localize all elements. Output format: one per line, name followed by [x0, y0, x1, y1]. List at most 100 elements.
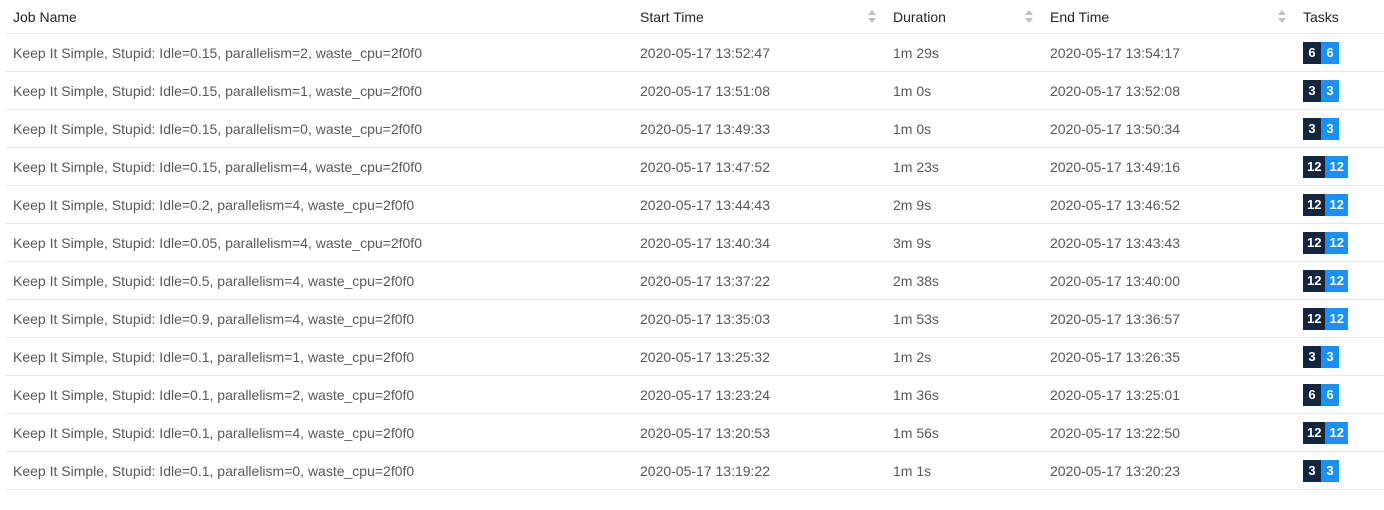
table-row[interactable]: Keep It Simple, Stupid: Idle=0.15, paral…	[5, 147, 1384, 186]
duration: 1m 36s	[893, 386, 939, 403]
job-name-cell[interactable]: Keep It Simple, Stupid: Idle=0.1, parall…	[5, 451, 632, 490]
end-time-cell: 2020-05-17 13:22:50	[1042, 413, 1295, 452]
tasks-finished-badge: 12	[1325, 307, 1348, 330]
tasks-total-badge: 3	[1303, 79, 1321, 102]
column-header-job-name: Job Name	[5, 0, 632, 34]
column-header-start-time[interactable]: Start Time	[632, 0, 885, 34]
start-time: 2020-05-17 13:35:03	[640, 310, 770, 327]
start-time-cell: 2020-05-17 13:51:08	[632, 71, 885, 110]
tasks-cell: 33	[1295, 337, 1384, 376]
header-row: Job Name Start Time Duration End Time Ta…	[5, 0, 1384, 34]
sort-descending-icon[interactable]	[1278, 18, 1286, 23]
column-header-duration-label: Duration	[893, 8, 946, 25]
table-row[interactable]: Keep It Simple, Stupid: Idle=0.2, parall…	[5, 185, 1384, 224]
sort-ascending-icon[interactable]	[1278, 10, 1286, 15]
table-row[interactable]: Keep It Simple, Stupid: Idle=0.9, parall…	[5, 299, 1384, 338]
job-name-cell[interactable]: Keep It Simple, Stupid: Idle=0.5, parall…	[5, 261, 632, 300]
tasks-finished-badge: 12	[1325, 421, 1348, 444]
jobs-table: Job Name Start Time Duration End Time Ta…	[5, 0, 1384, 490]
duration-cell: 1m 29s	[885, 33, 1042, 72]
job-name-cell[interactable]: Keep It Simple, Stupid: Idle=0.2, parall…	[5, 185, 632, 224]
end-time: 2020-05-17 13:20:23	[1050, 462, 1180, 479]
job-name[interactable]: Keep It Simple, Stupid: Idle=0.05, paral…	[13, 235, 422, 251]
job-name-cell[interactable]: Keep It Simple, Stupid: Idle=0.15, paral…	[5, 109, 632, 148]
job-name-cell[interactable]: Keep It Simple, Stupid: Idle=0.15, paral…	[5, 147, 632, 186]
duration: 1m 1s	[893, 462, 932, 479]
end-time-cell: 2020-05-17 13:36:57	[1042, 299, 1295, 338]
table-row[interactable]: Keep It Simple, Stupid: Idle=0.15, paral…	[5, 109, 1384, 148]
job-name[interactable]: Keep It Simple, Stupid: Idle=0.15, paral…	[13, 45, 422, 61]
start-time-cell: 2020-05-17 13:44:43	[632, 185, 885, 224]
tasks-finished-badge: 6	[1321, 383, 1339, 406]
sort-descending-icon[interactable]	[1025, 18, 1033, 23]
job-name-cell[interactable]: Keep It Simple, Stupid: Idle=0.1, parall…	[5, 413, 632, 452]
job-name[interactable]: Keep It Simple, Stupid: Idle=0.1, parall…	[13, 387, 414, 403]
table-row[interactable]: Keep It Simple, Stupid: Idle=0.15, paral…	[5, 33, 1384, 72]
job-name[interactable]: Keep It Simple, Stupid: Idle=0.1, parall…	[13, 425, 414, 441]
column-header-end-time[interactable]: End Time	[1042, 0, 1295, 34]
column-header-duration[interactable]: Duration	[885, 0, 1042, 34]
tasks-total-badge: 3	[1303, 459, 1321, 482]
job-name[interactable]: Keep It Simple, Stupid: Idle=0.1, parall…	[13, 349, 414, 365]
job-name[interactable]: Keep It Simple, Stupid: Idle=0.2, parall…	[13, 197, 414, 213]
start-time: 2020-05-17 13:19:22	[640, 462, 770, 479]
duration-cell: 1m 0s	[885, 109, 1042, 148]
tasks-finished-badge: 6	[1321, 41, 1339, 64]
start-time: 2020-05-17 13:51:08	[640, 82, 770, 99]
sort-descending-icon[interactable]	[868, 18, 876, 23]
table-row[interactable]: Keep It Simple, Stupid: Idle=0.1, parall…	[5, 337, 1384, 376]
duration-cell: 1m 23s	[885, 147, 1042, 186]
end-time: 2020-05-17 13:25:01	[1050, 386, 1180, 403]
duration: 1m 23s	[893, 158, 939, 175]
tasks-cell: 33	[1295, 71, 1384, 110]
job-name-cell[interactable]: Keep It Simple, Stupid: Idle=0.05, paral…	[5, 223, 632, 262]
job-name-cell[interactable]: Keep It Simple, Stupid: Idle=0.1, parall…	[5, 375, 632, 414]
job-name[interactable]: Keep It Simple, Stupid: Idle=0.15, paral…	[13, 121, 422, 137]
job-name-cell[interactable]: Keep It Simple, Stupid: Idle=0.1, parall…	[5, 337, 632, 376]
end-time-cell: 2020-05-17 13:46:52	[1042, 185, 1295, 224]
job-name[interactable]: Keep It Simple, Stupid: Idle=0.5, parall…	[13, 273, 414, 289]
tasks-total-badge: 12	[1303, 193, 1326, 216]
end-time: 2020-05-17 13:40:00	[1050, 272, 1180, 289]
table-row[interactable]: Keep It Simple, Stupid: Idle=0.5, parall…	[5, 261, 1384, 300]
tasks-finished-badge: 12	[1325, 269, 1348, 292]
sort-icon[interactable]	[1024, 9, 1034, 25]
tasks-total-badge: 12	[1303, 421, 1326, 444]
job-name[interactable]: Keep It Simple, Stupid: Idle=0.15, paral…	[13, 83, 422, 99]
tasks-total-badge: 6	[1303, 41, 1321, 64]
duration-cell: 1m 1s	[885, 451, 1042, 490]
start-time: 2020-05-17 13:37:22	[640, 272, 770, 289]
tasks-finished-badge: 3	[1321, 345, 1339, 368]
duration-cell: 2m 38s	[885, 261, 1042, 300]
job-name-cell[interactable]: Keep It Simple, Stupid: Idle=0.15, paral…	[5, 71, 632, 110]
table-row[interactable]: Keep It Simple, Stupid: Idle=0.1, parall…	[5, 451, 1384, 490]
tasks-finished-badge: 3	[1321, 79, 1339, 102]
end-time-cell: 2020-05-17 13:50:34	[1042, 109, 1295, 148]
table-row[interactable]: Keep It Simple, Stupid: Idle=0.05, paral…	[5, 223, 1384, 262]
table-row[interactable]: Keep It Simple, Stupid: Idle=0.1, parall…	[5, 375, 1384, 414]
job-name[interactable]: Keep It Simple, Stupid: Idle=0.9, parall…	[13, 311, 414, 327]
column-header-job-name-label: Job Name	[13, 8, 77, 25]
end-time: 2020-05-17 13:26:35	[1050, 348, 1180, 365]
tasks-cell: 33	[1295, 109, 1384, 148]
job-name[interactable]: Keep It Simple, Stupid: Idle=0.15, paral…	[13, 159, 422, 175]
duration: 1m 56s	[893, 424, 939, 441]
job-name-cell[interactable]: Keep It Simple, Stupid: Idle=0.15, paral…	[5, 33, 632, 72]
table-body: Keep It Simple, Stupid: Idle=0.15, paral…	[5, 33, 1384, 490]
tasks-total-badge: 3	[1303, 345, 1321, 368]
duration: 1m 2s	[893, 348, 932, 365]
end-time-cell: 2020-05-17 13:54:17	[1042, 33, 1295, 72]
table-row[interactable]: Keep It Simple, Stupid: Idle=0.1, parall…	[5, 413, 1384, 452]
job-name-cell[interactable]: Keep It Simple, Stupid: Idle=0.9, parall…	[5, 299, 632, 338]
end-time: 2020-05-17 13:54:17	[1050, 44, 1180, 61]
sort-icon[interactable]	[1277, 9, 1287, 25]
sort-icon[interactable]	[867, 9, 877, 25]
end-time: 2020-05-17 13:22:50	[1050, 424, 1180, 441]
job-name[interactable]: Keep It Simple, Stupid: Idle=0.1, parall…	[13, 463, 414, 479]
start-time: 2020-05-17 13:23:24	[640, 386, 770, 403]
sort-ascending-icon[interactable]	[1025, 10, 1033, 15]
start-time-cell: 2020-05-17 13:37:22	[632, 261, 885, 300]
sort-ascending-icon[interactable]	[868, 10, 876, 15]
start-time: 2020-05-17 13:52:47	[640, 44, 770, 61]
table-row[interactable]: Keep It Simple, Stupid: Idle=0.15, paral…	[5, 71, 1384, 110]
